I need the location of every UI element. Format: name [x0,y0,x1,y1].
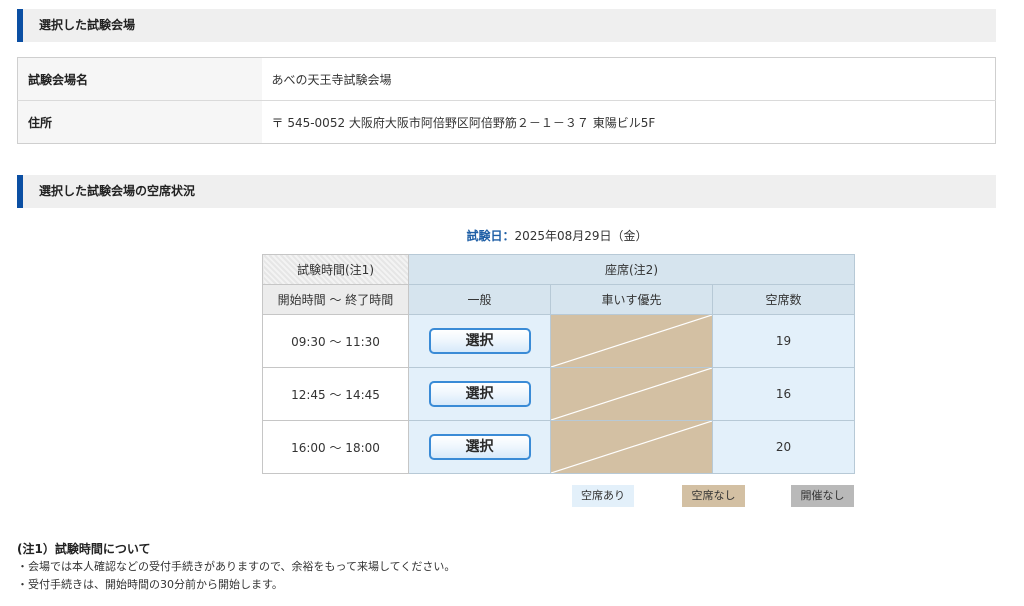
general-seat-cell: 選択 [408,367,551,421]
subheader-time-range: 開始時間 ～ 終了時間 [262,284,409,315]
selected-venue-header: 選択した試験会場 [17,9,996,42]
seat-table-header-row: 試験時間(注1) 座席(注2) [262,254,855,285]
availability-title: 選択した試験会場の空席状況 [39,184,196,198]
legend-full: 空席なし [682,485,745,507]
exam-date-value: 2025年08月29日（金） [514,229,648,243]
subheader-wheelchair: 車いす優先 [550,284,713,315]
legend-closed: 開催なし [791,485,854,507]
general-seat-cell: 選択 [408,420,551,474]
wheelchair-unavailable-cell [550,367,713,421]
venue-address-value: 〒 545-0052 大阪府大阪市阿倍野区阿倍野筋２－１－３７ 東陽ビル5F [261,100,996,144]
availability-header: 選択した試験会場の空席状況 [17,175,996,208]
subheader-seat-count: 空席数 [712,284,855,315]
slot-time: 09:30 ～ 11:30 [262,314,409,368]
venue-address-row: 住所 〒 545-0052 大阪府大阪市阿倍野区阿倍野筋２－１－３７ 東陽ビル5… [17,100,996,144]
slot-time: 16:00 ～ 18:00 [262,420,409,474]
note-line-2: ・受付手続きは、開始時間の30分前から開始します。 [17,578,283,591]
header-seats: 座席(注2) [408,254,855,285]
select-button[interactable]: 選択 [428,328,531,354]
table-row: 09:30 ～ 11:30 選択 19 [262,314,855,368]
note-line-1: ・会場では本人確認などの受付手続きがありますので、余裕をもって来場してください。 [17,560,456,573]
note-title: (注1）試験時間について [17,542,151,556]
wheelchair-unavailable-cell [550,314,713,368]
table-row: 12:45 ～ 14:45 選択 16 [262,367,855,421]
exam-date-label: 試験日： [466,229,515,243]
header-exam-time: 試験時間(注1) [262,254,409,285]
slot-time: 12:45 ～ 14:45 [262,367,409,421]
seat-count: 16 [712,367,855,421]
legend-available: 空席あり [572,485,634,507]
seat-table-subheader-row: 開始時間 ～ 終了時間 一般 車いす優先 空席数 [262,284,855,315]
venue-info-table: 試験会場名 あべの天王寺試験会場 住所 〒 545-0052 大阪府大阪市阿倍野… [17,57,996,144]
unavailable-diagonal-icon [551,368,712,420]
notes-section: (注1）試験時間について ・会場では本人確認などの受付手続きがありますので、余裕… [17,540,455,594]
unavailable-diagonal-icon [551,315,712,367]
general-seat-cell: 選択 [408,314,551,368]
table-row: 16:00 ～ 18:00 選択 20 [262,420,855,474]
select-button[interactable]: 選択 [428,434,531,460]
wheelchair-unavailable-cell [550,420,713,474]
venue-name-label: 試験会場名 [17,57,262,101]
venue-address-label: 住所 [17,100,262,144]
seat-availability-table: 試験時間(注1) 座席(注2) 開始時間 ～ 終了時間 一般 車いす優先 空席数… [262,254,855,474]
venue-name-row: 試験会場名 あべの天王寺試験会場 [17,57,996,101]
subheader-general: 一般 [408,284,551,315]
selected-venue-title: 選択した試験会場 [39,18,136,32]
venue-name-value: あべの天王寺試験会場 [261,57,996,101]
select-button[interactable]: 選択 [428,381,531,407]
seat-count: 20 [712,420,855,474]
seat-count: 19 [712,314,855,368]
unavailable-diagonal-icon [551,421,712,473]
exam-date: 試験日：2025年08月29日（金） [0,227,1024,244]
